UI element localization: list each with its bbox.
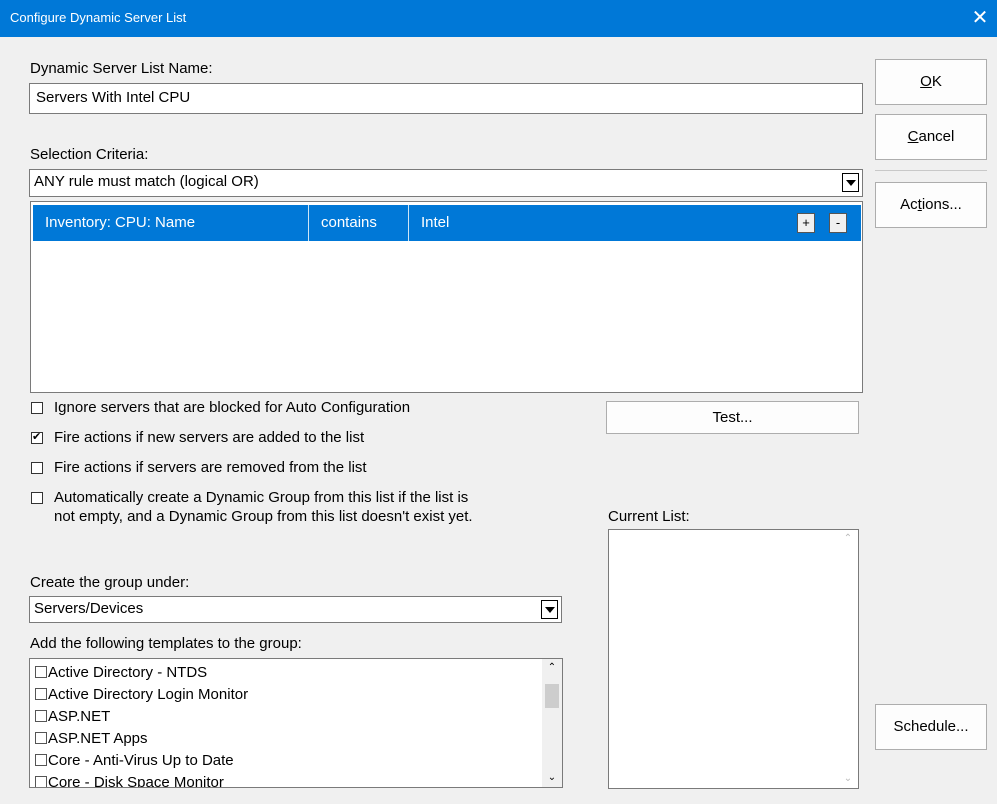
actions-button[interactable]: Actions... bbox=[875, 182, 987, 228]
column-divider bbox=[408, 205, 409, 241]
scroll-thumb[interactable] bbox=[545, 684, 559, 708]
list-name-input[interactable]: Servers With Intel CPU bbox=[29, 83, 863, 114]
rule-value: Intel bbox=[421, 214, 450, 231]
template-checkbox[interactable] bbox=[35, 776, 47, 787]
ok-button[interactable]: OK bbox=[875, 59, 987, 105]
fire-removed-label: Fire actions if servers are removed from… bbox=[54, 459, 367, 476]
chevron-down-icon[interactable] bbox=[842, 173, 859, 192]
ignore-blocked-label: Ignore servers that are blocked for Auto… bbox=[54, 399, 411, 416]
window-title: Configure Dynamic Server List bbox=[10, 10, 187, 25]
scroll-up-icon[interactable]: ⌃ bbox=[542, 659, 562, 677]
auto-create-group-checkbox[interactable] bbox=[31, 492, 43, 504]
rule-row[interactable]: Inventory: CPU: Name contains Intel + - bbox=[33, 205, 861, 241]
templates-label: Add the following templates to the group… bbox=[30, 635, 302, 652]
list-name-label: Dynamic Server List Name: bbox=[30, 60, 213, 77]
button-divider bbox=[875, 170, 987, 171]
group-parent-value: Servers/Devices bbox=[34, 600, 144, 617]
rules-list[interactable]: Inventory: CPU: Name contains Intel + - bbox=[30, 201, 863, 393]
template-item[interactable]: ASP.NET bbox=[35, 706, 110, 728]
template-item[interactable]: Active Directory - NTDS bbox=[35, 662, 207, 684]
auto-create-group-label-line2: not empty, and a Dynamic Group from this… bbox=[54, 508, 473, 525]
test-button[interactable]: Test... bbox=[606, 401, 859, 434]
selection-criteria-value: ANY rule must match (logical OR) bbox=[34, 173, 259, 190]
current-list-scrollbar[interactable]: ⌃ ⌄ bbox=[838, 530, 858, 788]
template-item[interactable]: Active Directory Login Monitor bbox=[35, 684, 248, 706]
fire-added-checkbox[interactable] bbox=[31, 430, 43, 444]
schedule-button[interactable]: Schedule... bbox=[875, 704, 987, 750]
fire-added-label: Fire actions if new servers are added to… bbox=[54, 429, 365, 446]
group-parent-select[interactable]: Servers/Devices bbox=[29, 596, 562, 623]
template-item[interactable]: ASP.NET Apps bbox=[35, 728, 148, 750]
title-bar: Configure Dynamic Server List ✕ bbox=[0, 0, 997, 37]
selection-criteria-select[interactable]: ANY rule must match (logical OR) bbox=[29, 169, 863, 197]
group-parent-label: Create the group under: bbox=[30, 574, 190, 591]
templates-list[interactable]: Active Directory - NTDS Active Directory… bbox=[29, 658, 563, 788]
test-button-label: Test... bbox=[712, 409, 753, 426]
column-divider bbox=[308, 205, 309, 241]
scroll-up-icon[interactable]: ⌃ bbox=[838, 530, 858, 548]
templates-scrollbar[interactable]: ⌃ ⌄ bbox=[542, 659, 562, 787]
scroll-down-icon[interactable]: ⌄ bbox=[838, 770, 858, 788]
chevron-down-icon[interactable] bbox=[541, 600, 558, 619]
current-list-box[interactable]: ⌃ ⌄ bbox=[608, 529, 859, 789]
rule-field: Inventory: CPU: Name bbox=[45, 214, 196, 231]
template-checkbox[interactable] bbox=[35, 688, 47, 700]
rule-operator: contains bbox=[321, 214, 377, 231]
current-list-label: Current List: bbox=[608, 508, 690, 525]
schedule-label: Schedule... bbox=[893, 718, 969, 735]
ok-label: K bbox=[931, 73, 942, 90]
cancel-button[interactable]: Cancel bbox=[875, 114, 987, 160]
add-rule-button[interactable]: + bbox=[797, 213, 815, 233]
template-checkbox[interactable] bbox=[35, 666, 47, 678]
close-icon[interactable]: ✕ bbox=[963, 0, 997, 37]
scroll-down-icon[interactable]: ⌄ bbox=[542, 769, 562, 787]
ok-mnemonic: O bbox=[920, 73, 932, 90]
ignore-blocked-checkbox[interactable] bbox=[31, 402, 43, 414]
fire-removed-checkbox[interactable] bbox=[31, 462, 43, 474]
template-checkbox[interactable] bbox=[35, 754, 47, 766]
auto-create-group-label-line1: Automatically create a Dynamic Group fro… bbox=[54, 489, 469, 506]
cancel-label: ancel bbox=[918, 128, 955, 145]
selection-criteria-label: Selection Criteria: bbox=[30, 146, 149, 163]
template-item[interactable]: Core - Disk Space Monitor bbox=[35, 772, 224, 787]
cancel-mnemonic: C bbox=[907, 128, 919, 145]
remove-rule-button[interactable]: - bbox=[829, 213, 847, 233]
template-item[interactable]: Core - Anti-Virus Up to Date bbox=[35, 750, 234, 772]
template-checkbox[interactable] bbox=[35, 710, 47, 722]
template-checkbox[interactable] bbox=[35, 732, 47, 744]
